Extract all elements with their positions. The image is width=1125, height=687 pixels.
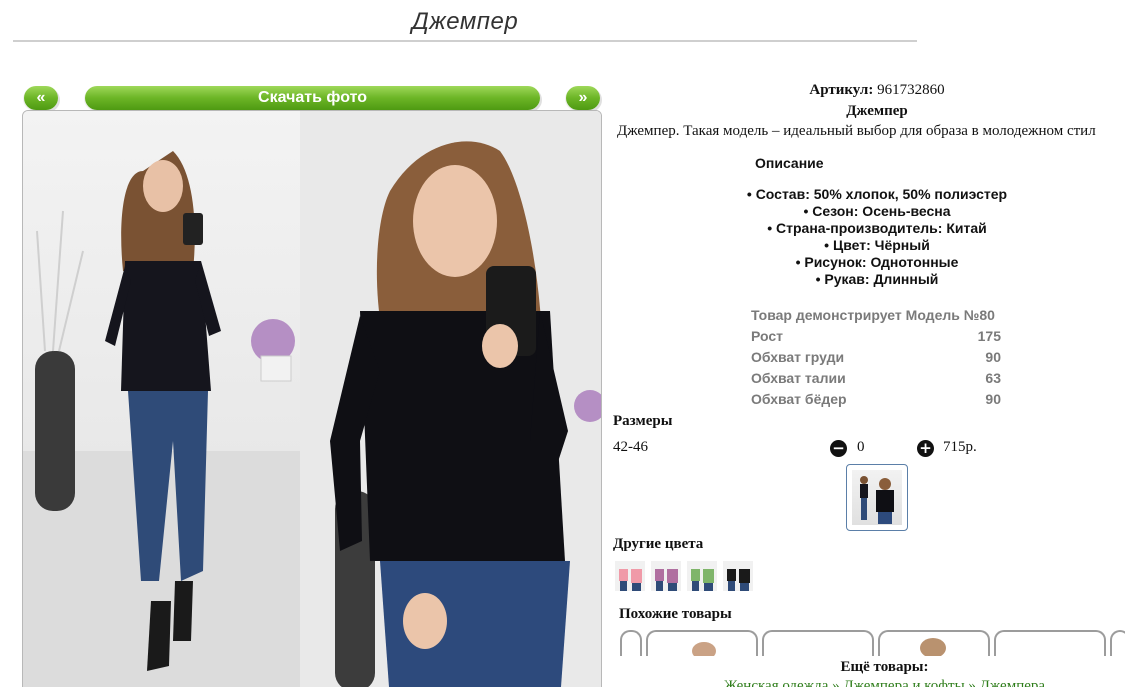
measurement-row: Рост 175 [748, 326, 1004, 347]
more-products-heading: Ещё товары: [840, 659, 929, 675]
measurement-label: Обхват талии [751, 370, 846, 386]
measurement-label: Обхват груди [751, 349, 845, 365]
color-swatch-green[interactable] [687, 561, 717, 591]
next-photo-button[interactable]: » [566, 86, 600, 110]
model-measurements: Товар демонстрирует Модель №80 Рост 175 О… [748, 305, 1004, 410]
photo-full-length [23, 111, 300, 687]
attribute-item: Цвет: Чёрный [727, 237, 1027, 254]
measurement-value: 175 [977, 328, 1001, 344]
description-heading: Описание [755, 155, 824, 171]
category-link[interactable]: Джемпера и кофты [843, 678, 964, 687]
minus-circle-icon[interactable]: − [830, 440, 847, 457]
size-value: 42-46 [613, 439, 648, 455]
model-full-figure [23, 151, 300, 687]
product-name: Джемпер [846, 103, 908, 119]
thumbnail-image [860, 476, 894, 524]
measurement-label: Обхват бёдер [751, 391, 847, 407]
measurement-value: 63 [985, 370, 1001, 386]
measurement-row: Обхват талии 63 [748, 368, 1004, 389]
previous-photo-button[interactable]: « [24, 86, 58, 110]
color-swatch-pink[interactable] [615, 561, 645, 591]
attribute-item: Состав: 50% хлопок, 50% полиэстер [727, 186, 1027, 203]
attribute-item: Страна-производитель: Китай [727, 220, 1027, 237]
breadcrumb-separator: » [964, 678, 980, 687]
measurement-value: 90 [985, 391, 1001, 407]
attribute-item: Рисунок: Однотонные [727, 254, 1027, 271]
download-photo-button[interactable]: Скачать фото [85, 86, 540, 110]
attribute-list: Состав: 50% хлопок, 50% полиэстер Сезон:… [727, 186, 1027, 288]
model-heading: Товар демонстрирует Модель №80 [748, 305, 1004, 326]
size-row: 42-46 − 0 + 715р. [613, 439, 1013, 459]
product-thumbnail[interactable] [846, 464, 908, 531]
plus-circle-icon[interactable]: + [917, 440, 934, 457]
quantity-value[interactable]: 0 [857, 439, 865, 456]
sku-line: Артикул: 961732860 [612, 82, 1125, 99]
model-heading-text: Товар демонстрирует Модель №80 [751, 307, 995, 323]
page-title: Джемпер [411, 8, 519, 35]
measurement-value: 90 [985, 349, 1001, 365]
breadcrumb-separator: » [828, 678, 844, 687]
sku-label: Артикул: [809, 82, 874, 98]
product-photo[interactable] [22, 110, 602, 687]
price: 715р. [943, 439, 977, 455]
title-divider [13, 40, 917, 42]
category-link[interactable]: Женская одежда [724, 678, 828, 687]
photo-closeup [300, 111, 601, 687]
sizes-heading: Размеры [613, 413, 673, 429]
model-closeup-figure [300, 111, 601, 687]
color-swatch-black[interactable] [723, 561, 753, 591]
color-swatch-mauve[interactable] [651, 561, 681, 591]
category-link[interactable]: Джемпера [980, 678, 1045, 687]
color-swatches [615, 561, 753, 591]
category-breadcrumb: Женская одежда » Джемпера и кофты » Джем… [612, 677, 1125, 687]
more-products-bar: Ещё товары: Женская одежда » Джемпера и … [612, 656, 1125, 687]
similar-heading: Похожие товары [619, 606, 732, 622]
attribute-item: Рукав: Длинный [727, 271, 1027, 288]
measurement-label: Рост [751, 328, 783, 344]
measurement-row: Обхват груди 90 [748, 347, 1004, 368]
attribute-item: Сезон: Осень-весна [727, 203, 1027, 220]
product-description: Джемпер. Такая модель – идеальный выбор … [617, 123, 1096, 139]
sku-value: 961732860 [877, 82, 945, 98]
other-colors-heading: Другие цвета [613, 536, 704, 552]
measurement-row: Обхват бёдер 90 [748, 389, 1004, 410]
